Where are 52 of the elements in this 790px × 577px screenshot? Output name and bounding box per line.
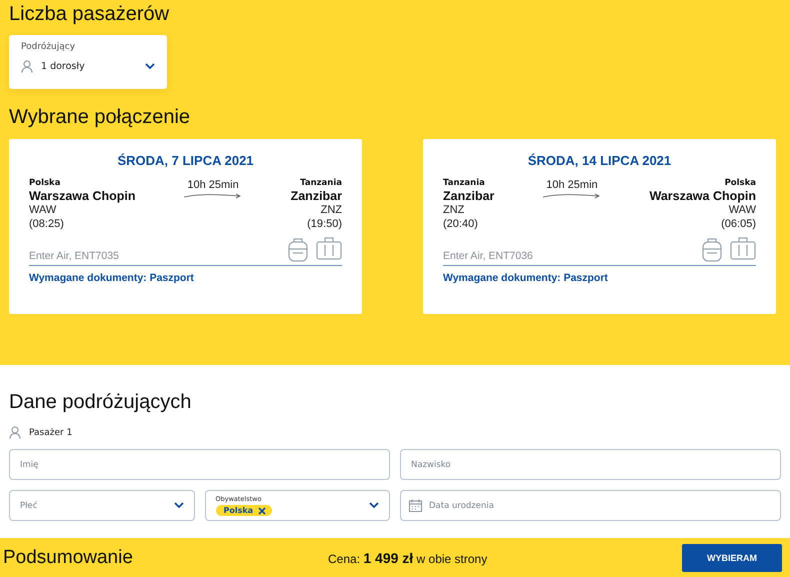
remove-icon[interactable] xyxy=(258,506,266,514)
flight-date: ŚRODA, 7 LIPCA 2021 xyxy=(116,153,255,168)
flight-arrow-icon xyxy=(542,193,601,199)
flight-time: (19:50) xyxy=(307,217,342,231)
text-field[interactable]: Nazwisko xyxy=(400,449,781,480)
suitcase-icon xyxy=(316,237,342,260)
suitcase-icon xyxy=(730,237,756,260)
chevron-down-icon xyxy=(145,63,155,70)
country-label: Tanzania xyxy=(300,178,342,188)
airport-code: ZNZ xyxy=(320,203,342,217)
section-title: Dane podróżujących xyxy=(9,390,192,414)
text-field[interactable]: Imię xyxy=(9,449,390,480)
flight-time: (08:25) xyxy=(29,217,64,231)
date-field[interactable]: Data urodzenia xyxy=(400,490,781,521)
price-text: Cena: 1 499 zł w obie strony xyxy=(328,550,488,566)
passenger-count-select[interactable]: Podróżujący 1 dorosły xyxy=(9,35,167,89)
backpack-icon xyxy=(288,237,308,262)
airport-name: Zanzibar xyxy=(290,189,342,203)
section-title: Liczba pasażerów xyxy=(9,2,170,26)
airport-name: Warszawa Chopin xyxy=(650,189,756,203)
airport-code: WAW xyxy=(728,203,756,217)
carrier-label: Enter Air, ENT7036 xyxy=(443,250,533,262)
select-field[interactable]: Płeć xyxy=(9,490,194,521)
flight-time: (06:05) xyxy=(721,217,756,231)
section-title: Wybrane połączenie xyxy=(9,105,192,129)
person-icon xyxy=(9,426,21,439)
field-label: Podróżujący xyxy=(21,42,76,52)
summary-title: Podsumowanie xyxy=(3,546,134,568)
person-icon xyxy=(21,60,33,73)
documents-note: Wymagane dokumenty: Paszport xyxy=(29,272,195,284)
passenger-label: Pasażer 1 xyxy=(29,428,72,438)
country-label: Polska xyxy=(29,178,60,188)
airport-code: WAW xyxy=(29,203,56,217)
documents-note: Wymagane dokumenty: Paszport xyxy=(443,272,609,284)
select-value: 1 dorosły xyxy=(41,61,86,72)
flight-duration: 10h 25min xyxy=(187,179,239,191)
flight-duration: 10h 25min xyxy=(546,179,598,191)
airport-name: Warszawa Chopin xyxy=(29,189,136,203)
tag-text: Polska xyxy=(224,506,254,515)
country-label: Polska xyxy=(724,178,756,188)
backpack-icon xyxy=(702,237,722,262)
country-label: Tanzania xyxy=(443,178,485,188)
select-button[interactable]: WYBIERAM xyxy=(682,544,782,572)
airport-name: Zanzibar xyxy=(443,189,494,203)
chevron-down-icon xyxy=(369,502,379,509)
flight-date: ŚRODA, 14 LIPCA 2021 xyxy=(526,153,672,168)
calendar-icon xyxy=(409,499,422,512)
carrier-label: Enter Air, ENT7035 xyxy=(29,250,119,262)
flight-arrow-icon xyxy=(184,193,242,199)
airport-code: ZNZ xyxy=(443,203,464,217)
chevron-down-icon xyxy=(174,502,184,509)
flight-time: (20:40) xyxy=(443,217,478,231)
